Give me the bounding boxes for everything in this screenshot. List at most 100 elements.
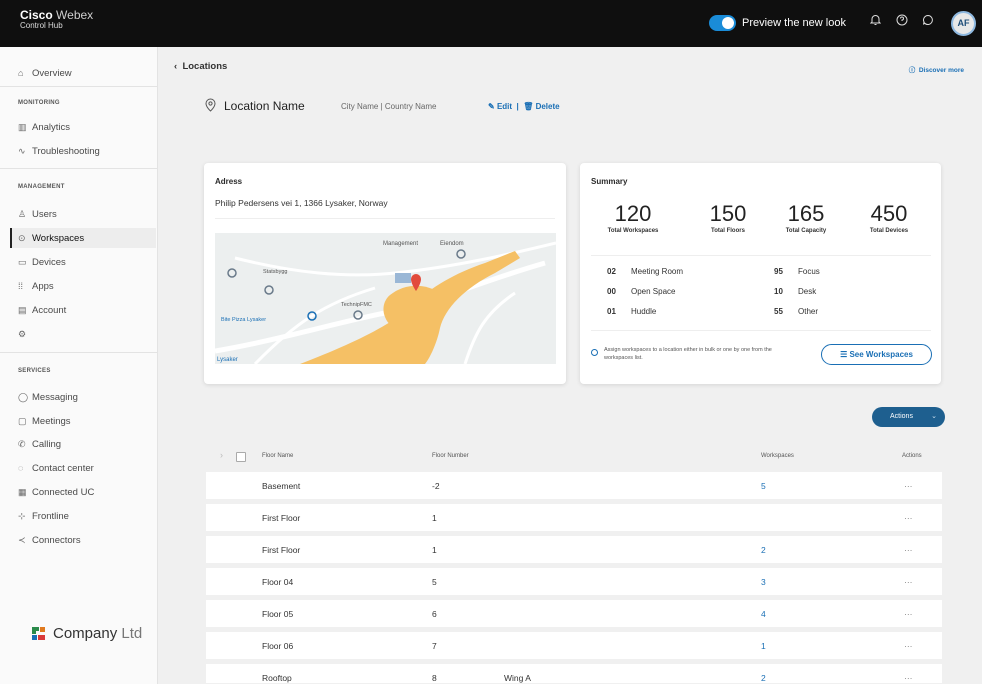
stat-total-devices: 450 Total Devices [849, 201, 929, 234]
company-suffix: Ltd [121, 625, 143, 642]
stat-label: Total Floors [711, 228, 745, 234]
workspaces-count[interactable]: 4 [761, 609, 766, 619]
floor-name: First Floor [262, 513, 301, 523]
col-floor-name[interactable]: Floor Name [262, 453, 293, 459]
floor-number: 6 [432, 609, 437, 619]
stat-value: 165 [787, 201, 825, 226]
col-workspaces[interactable]: Workspaces [761, 453, 794, 459]
section-monitoring: MONITORING [18, 100, 60, 106]
workspaces-count[interactable]: 1 [761, 641, 766, 651]
floor-number: 1 [432, 513, 437, 523]
sidebar-item-users[interactable]: ♙ Users [18, 206, 57, 222]
bell-icon[interactable] [866, 14, 884, 32]
sidebar-item-overview[interactable]: ⌂ Overview [18, 65, 72, 81]
more-actions-button[interactable]: ··· [904, 545, 913, 555]
more-actions-button[interactable]: ··· [904, 673, 913, 683]
more-actions-button[interactable]: ··· [904, 609, 913, 619]
workspaces-count[interactable]: 2 [761, 545, 766, 555]
sidebar-item-connected-uc[interactable]: ▦ Connected UC [18, 484, 94, 500]
count-desk: 10 Desk [774, 287, 816, 296]
help-link[interactable]: ⓘ Discover more [909, 64, 964, 74]
summary-title: Summary [591, 177, 628, 186]
table-row[interactable]: Floor 06 7 1 ··· [206, 632, 942, 660]
sidebar-item-contact-center[interactable]: ◌ Contact center [18, 460, 94, 476]
pulse-icon: ∿ [18, 145, 26, 156]
chevron-right-icon[interactable]: › [220, 450, 223, 460]
delete-link[interactable]: Delete [536, 102, 560, 111]
building-icon: ▤ [18, 304, 27, 315]
floor-name: Basement [262, 481, 301, 491]
sidebar-item-messaging[interactable]: ◯ Messaging [18, 389, 78, 405]
workspaces-count[interactable]: 5 [761, 481, 766, 491]
sidebar-item-devices[interactable]: ▭ Devices [18, 254, 66, 270]
workspaces-count[interactable]: 2 [761, 673, 766, 683]
help-icon[interactable] [893, 14, 911, 32]
brand[interactable]: Cisco Webex Control Hub [20, 8, 93, 31]
table-row[interactable]: Floor 04 5 3 ··· [206, 568, 942, 596]
section-management: MANAGEMENT [18, 184, 65, 190]
more-actions-button[interactable]: ··· [904, 577, 913, 587]
sidebar-item-troubleshooting[interactable]: ∿ Troubleshooting [18, 143, 100, 159]
sidebar-item-calling[interactable]: ✆ Calling [18, 436, 61, 452]
sidebar-item-account[interactable]: ▤ Account [18, 302, 66, 318]
home-icon: ⌂ [18, 68, 24, 78]
map[interactable]: Management Eiendom Statsbygg TechnipFMC … [215, 233, 556, 364]
sidebar-item-analytics[interactable]: ▥ Analytics [18, 119, 70, 135]
sidebar-item-label: Account [32, 304, 67, 316]
floor-name: Floor 05 [262, 609, 294, 619]
phone-icon: ✆ [18, 438, 26, 449]
sidebar-item-label: Calling [32, 438, 62, 450]
stat-label: Total Devices [869, 228, 909, 234]
location-meta: City Name | Country Name [341, 102, 437, 111]
sidebar-item-frontline[interactable]: ⊹ Frontline [18, 508, 69, 524]
more-actions-button[interactable]: ··· [904, 641, 913, 651]
back-link[interactable]: ‹ Locations [174, 61, 227, 72]
col-floor-number[interactable]: Floor Number [432, 453, 469, 459]
chat-icon[interactable] [919, 14, 937, 32]
company-name: Company [53, 625, 118, 642]
table-row[interactable]: Rooftop 8 Wing A 2 ··· [206, 664, 942, 684]
edit-link[interactable]: Edit [497, 102, 512, 111]
floor-name: First Floor [262, 545, 301, 555]
see-workspaces-button[interactable]: ☰ See Workspaces [821, 344, 932, 365]
count-huddle: 01 Huddle [607, 307, 656, 316]
stat-total-capacity: 165 Total Capacity [766, 201, 846, 234]
address-card: Adress Philip Pedersens vei 1, 1366 Lysa… [204, 163, 566, 384]
stat-total-workspaces: 120 Total Workspaces [593, 201, 673, 234]
video-icon: ▢ [18, 415, 27, 426]
col-actions: Actions [902, 453, 922, 459]
more-actions-button[interactable]: ··· [904, 513, 913, 523]
preview-toggle[interactable] [709, 15, 736, 31]
more-actions-button[interactable]: ··· [904, 481, 913, 491]
frontline-icon: ⊹ [18, 510, 26, 521]
actions-button[interactable]: Actions ⌄ [872, 407, 945, 427]
sidebar-item-settings[interactable]: ⚙ [18, 326, 32, 342]
assign-note: Assign workspaces to a location either i… [604, 347, 772, 361]
table-row[interactable]: Basement -2 5 ··· [206, 472, 942, 500]
table-row[interactable]: Floor 05 6 4 ··· [206, 600, 942, 628]
stat-value: 150 [709, 201, 747, 226]
table-row[interactable]: First Floor 1 2 ··· [206, 536, 942, 564]
sidebar-item-meetings[interactable]: ▢ Meetings [18, 413, 71, 429]
info-icon: ⓘ [908, 67, 916, 74]
gear-icon: ⚙ [18, 328, 27, 339]
sidebar-item-label: Workspaces [32, 232, 85, 244]
sidebar-item-label: Frontline [32, 510, 69, 522]
svg-text:Lysaker: Lysaker [217, 357, 238, 363]
preview-label: Preview the new look [742, 17, 846, 29]
svg-text:Statsbygg: Statsbygg [263, 269, 287, 275]
count-label: Desk [798, 287, 817, 296]
sidebar-item-apps[interactable]: ⁞⁞ Apps [18, 278, 54, 294]
avatar[interactable]: AF [951, 11, 976, 36]
sidebar-item-label: Connected UC [32, 486, 95, 498]
select-all-checkbox[interactable] [236, 452, 246, 462]
sidebar-item-connectors[interactable]: ≺ Connectors [18, 532, 81, 548]
floor-number: 5 [432, 577, 437, 587]
divider [591, 330, 931, 331]
count-value: 95 [774, 267, 783, 276]
sidebar-item-workspaces[interactable]: ⊙ Workspaces [18, 230, 84, 246]
workspaces-count[interactable]: 3 [761, 577, 766, 587]
table-row[interactable]: First Floor 1 ··· [206, 504, 942, 532]
summary-card: Summary 120 Total Workspaces 150 Total F… [580, 163, 941, 384]
info-icon [591, 349, 598, 356]
